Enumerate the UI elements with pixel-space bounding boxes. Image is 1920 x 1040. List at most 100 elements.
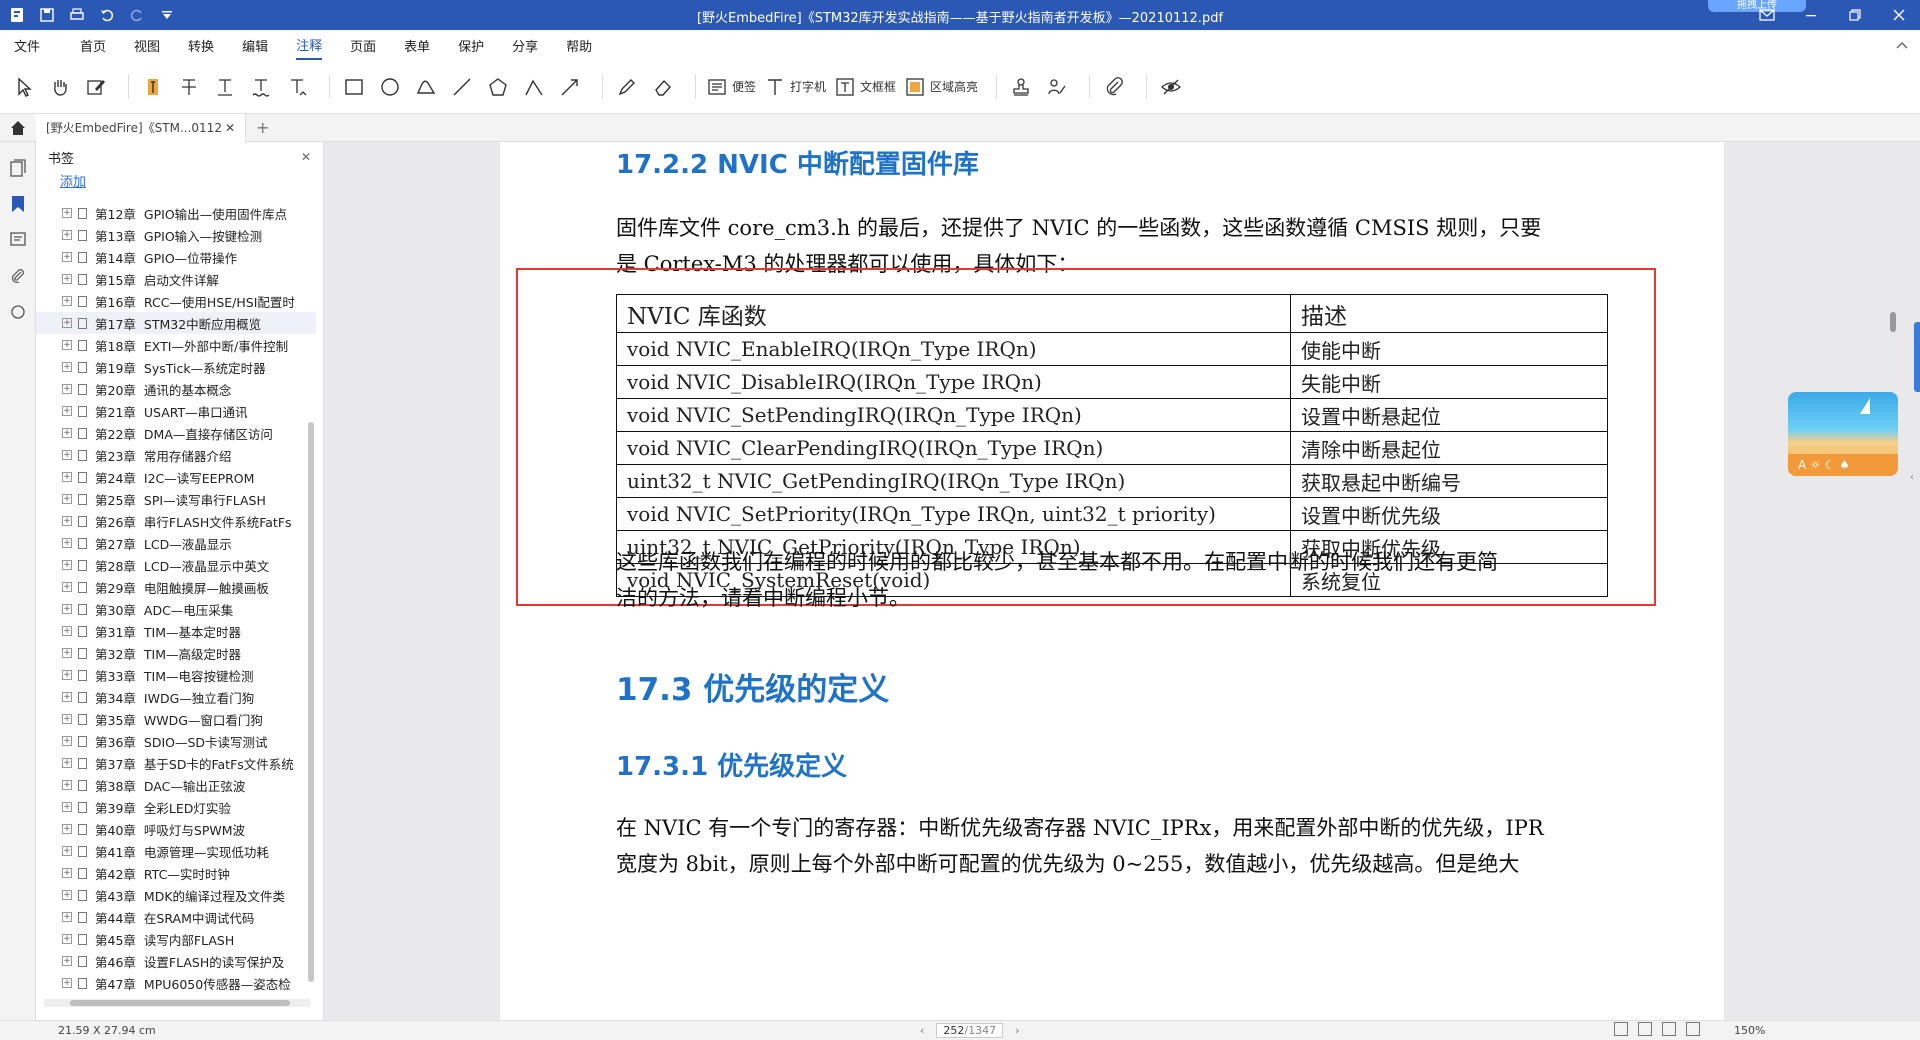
expand-icon[interactable]: +	[62, 692, 72, 702]
bookmark-item[interactable]: + 第46章 设置FLASH的读写保护及	[36, 950, 316, 972]
expand-icon[interactable]: +	[62, 296, 72, 306]
bookmark-item[interactable]: + 第38章 DAC—输出正弦波	[36, 774, 316, 796]
bookmark-item[interactable]: + 第23章 常用存储器介绍	[36, 444, 316, 466]
bookmark-item[interactable]: + 第35章 WWDG—窗口看门狗	[36, 708, 316, 730]
bookmark-item[interactable]: + 第39章 全彩LED灯实验	[36, 796, 316, 818]
expand-icon[interactable]: +	[62, 494, 72, 504]
menu-help[interactable]: 帮助	[566, 32, 592, 59]
textbox-button[interactable]: 文框框	[834, 72, 896, 102]
two-page-view-icon[interactable]	[1662, 1022, 1676, 1036]
expand-icon[interactable]: +	[62, 252, 72, 262]
expand-icon[interactable]: +	[62, 450, 72, 460]
expand-icon[interactable]: +	[62, 846, 72, 856]
bookmark-item[interactable]: + 第30章 ADC—电压采集	[36, 598, 316, 620]
bookmark-item[interactable]: + 第34章 IWDG—独立看门狗	[36, 686, 316, 708]
bookmark-item[interactable]: + 第19章 SysTick—系统定时器	[36, 356, 316, 378]
add-bookmark-link[interactable]: 添加	[36, 172, 323, 194]
menu-convert[interactable]: 转换	[188, 32, 214, 59]
bookmark-item[interactable]: + 第47章 MPU6050传感器—姿态检	[36, 972, 316, 994]
bookmark-item[interactable]: + 第31章 TIM—基本定时器	[36, 620, 316, 642]
area-highlight-button[interactable]: 区域高亮	[904, 72, 978, 102]
menu-view[interactable]: 视图	[134, 32, 160, 59]
bookmark-item[interactable]: + 第22章 DMA—直接存储区访问	[36, 422, 316, 444]
expand-icon[interactable]: +	[62, 648, 72, 658]
expand-icon[interactable]: +	[62, 978, 72, 988]
document-vertical-scrollbar[interactable]	[1890, 312, 1896, 332]
bookmark-item[interactable]: + 第15章 启动文件详解	[36, 268, 316, 290]
attachments-panel-icon[interactable]	[0, 258, 36, 294]
mail-icon[interactable]	[1754, 4, 1780, 26]
menu-comment[interactable]: 注释	[296, 31, 323, 60]
bookmark-item[interactable]: + 第41章 电源管理—实现低功耗	[36, 840, 316, 862]
bookmark-item[interactable]: + 第29章 电阻触摸屏—触摸画板	[36, 576, 316, 598]
bookmark-vertical-scrollbar[interactable]	[308, 422, 314, 982]
menu-share[interactable]: 分享	[512, 32, 538, 59]
expand-icon[interactable]: +	[62, 362, 72, 372]
minimize-icon[interactable]	[1798, 4, 1824, 26]
expand-icon[interactable]: +	[62, 670, 72, 680]
bookmark-item[interactable]: + 第32章 TIM—高级定时器	[36, 642, 316, 664]
bookmark-item[interactable]: + 第28章 LCD—液晶显示中英文	[36, 554, 316, 576]
bookmark-item[interactable]: + 第45章 读写内部FLASH	[36, 928, 316, 950]
bookmark-item[interactable]: + 第14章 GPIO—位带操作	[36, 246, 316, 268]
expand-icon[interactable]: +	[62, 714, 72, 724]
bookmark-item[interactable]: + 第21章 USART—串口通讯	[36, 400, 316, 422]
expand-icon[interactable]: +	[62, 208, 72, 218]
bookmark-item[interactable]: + 第43章 MDK的编译过程及文件类	[36, 884, 316, 906]
expand-icon[interactable]: +	[62, 802, 72, 812]
expand-icon[interactable]: +	[62, 736, 72, 746]
collapse-right-panel-icon[interactable]: ‹	[1910, 472, 1914, 483]
expand-icon[interactable]: +	[62, 384, 72, 394]
right-side-panel-tab[interactable]	[1914, 322, 1920, 392]
ellipse-icon[interactable]	[376, 72, 404, 102]
highlight-icon[interactable]	[139, 72, 167, 102]
strikethrough-icon[interactable]	[175, 72, 203, 102]
menu-home[interactable]: 首页	[80, 32, 106, 59]
bookmark-item[interactable]: + 第42章 RTC—实时时钟	[36, 862, 316, 884]
two-page-continuous-view-icon[interactable]	[1686, 1022, 1700, 1036]
expand-icon[interactable]: +	[62, 582, 72, 592]
menu-protect[interactable]: 保护	[458, 32, 484, 59]
cloud-shape-icon[interactable]	[412, 72, 440, 102]
bookmark-item[interactable]: + 第26章 串行FLASH文件系统FatFs	[36, 510, 316, 532]
collapse-ribbon-icon[interactable]	[1896, 38, 1908, 53]
attachment-icon[interactable]	[1100, 72, 1128, 102]
expand-icon[interactable]: +	[62, 538, 72, 548]
polygon-icon[interactable]	[484, 72, 512, 102]
expand-icon[interactable]: +	[62, 758, 72, 768]
bookmark-item[interactable]: + 第18章 EXTI—外部中断/事件控制	[36, 334, 316, 356]
bookmark-item[interactable]: + 第44章 在SRAM中调试代码	[36, 906, 316, 928]
expand-icon[interactable]: +	[62, 890, 72, 900]
expand-icon[interactable]: +	[62, 626, 72, 636]
edit-tool-icon[interactable]	[82, 72, 110, 102]
bookmark-item[interactable]: + 第13章 GPIO输入—按键检测	[36, 224, 316, 246]
prev-page-icon[interactable]: ‹	[920, 1024, 924, 1037]
expand-icon[interactable]: +	[62, 824, 72, 834]
document-tab[interactable]: [野火EmbedFire]《STM...0112 ✕	[36, 113, 246, 142]
bookmark-item[interactable]: + 第16章 RCC—使用HSE/HSI配置时	[36, 290, 316, 312]
search-panel-icon[interactable]	[0, 294, 36, 330]
bookmark-item[interactable]: + 第33章 TIM—电容按键检测	[36, 664, 316, 686]
zoom-level[interactable]: 150%	[1734, 1024, 1765, 1037]
restore-icon[interactable]	[1842, 4, 1868, 26]
expand-icon[interactable]: +	[62, 868, 72, 878]
expand-icon[interactable]: +	[62, 318, 72, 328]
menu-file[interactable]: 文件	[14, 32, 40, 59]
bookmark-item[interactable]: + 第17章 STM32中断应用概览	[36, 312, 316, 334]
bookmark-item[interactable]: + 第37章 基于SD卡的FatFs文件系统	[36, 752, 316, 774]
insert-text-icon[interactable]	[283, 72, 311, 102]
expand-icon[interactable]: +	[62, 560, 72, 570]
bookmark-item[interactable]: + 第12章 GPIO输出—使用固件库点	[36, 202, 316, 224]
bookmark-item[interactable]: + 第24章 I2C—读写EEPROM	[36, 466, 316, 488]
pencil-icon[interactable]	[613, 72, 641, 102]
stamp-icon[interactable]	[1007, 72, 1035, 102]
expand-icon[interactable]: +	[62, 274, 72, 284]
select-tool-icon[interactable]	[10, 72, 38, 102]
bookmark-item[interactable]: + 第40章 呼吸灯与SPWM波	[36, 818, 316, 840]
close-icon[interactable]	[1886, 4, 1912, 26]
hide-annotations-icon[interactable]	[1157, 72, 1185, 102]
expand-icon[interactable]: +	[62, 428, 72, 438]
rectangle-icon[interactable]	[340, 72, 368, 102]
eraser-icon[interactable]	[649, 72, 677, 102]
panel-close-icon[interactable]: ✕	[301, 150, 311, 164]
